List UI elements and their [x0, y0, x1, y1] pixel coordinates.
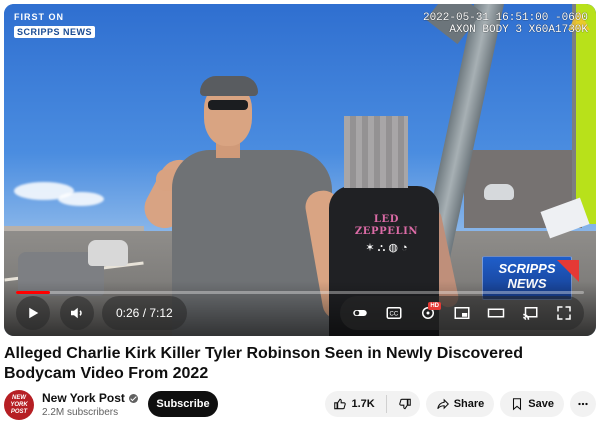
volume-icon	[71, 307, 82, 319]
car	[88, 240, 128, 266]
more-actions-button[interactable]	[570, 391, 596, 417]
channel-avatar[interactable]: NEW YORK POST	[4, 390, 34, 420]
video-actions: 1.7K Share Save	[325, 391, 596, 417]
brand-top-text: FIRST ON	[14, 12, 64, 22]
cloud	[58, 192, 104, 206]
like-count: 1.7K	[351, 398, 375, 410]
settings-button[interactable]: HD	[414, 299, 442, 327]
metadata-device: AXON BODY 3 X60A1730K	[449, 24, 588, 36]
subscriber-count: 2.2M subscribers	[42, 407, 119, 418]
channel-row: NEW YORK POST New York Post 2.2M subscri…	[4, 388, 596, 422]
thumb-down-icon	[398, 398, 411, 410]
fullscreen-button[interactable]	[550, 299, 578, 327]
action-divider	[385, 395, 387, 413]
cast-button[interactable]	[516, 299, 544, 327]
officer-vest	[572, 4, 596, 224]
captions-icon: CC	[386, 307, 402, 319]
share-label: Share	[453, 398, 485, 410]
player-controls: 0:26 / 7:12 CC HD	[4, 296, 596, 330]
share-icon	[436, 398, 449, 410]
blur-overlay	[344, 116, 408, 188]
save-button[interactable]: Save	[500, 391, 564, 417]
metadata-time: 2022-05-31 16:51:00 -0600	[422, 12, 588, 24]
fullscreen-icon	[557, 306, 571, 320]
video-player[interactable]: LED ZEPPELIN ✶ ⛬ ◍ ◔ FIRST ON SCRIPPS NE…	[4, 4, 596, 336]
miniplayer-button[interactable]	[448, 299, 476, 327]
person-glasses	[208, 100, 248, 110]
progress-fill	[16, 291, 51, 294]
theater-button[interactable]	[482, 299, 510, 327]
more-icon	[578, 402, 588, 406]
player-right-controls: CC HD	[340, 296, 584, 330]
svg-text:CC: CC	[390, 311, 399, 317]
video-title: Alleged Charlie Kirk Killer Tyler Robins…	[4, 345, 523, 382]
verified-icon	[128, 394, 138, 403]
progress-bar[interactable]	[16, 291, 584, 294]
cast-icon	[523, 307, 538, 320]
miniplayer-icon	[454, 307, 470, 319]
autoplay-toggle[interactable]	[346, 299, 374, 327]
channel-name[interactable]: New York Post	[42, 391, 138, 405]
theater-icon	[487, 308, 505, 318]
like-button[interactable]: 1.7K	[333, 397, 375, 411]
share-button[interactable]: Share	[425, 391, 495, 417]
like-dislike-pill: 1.7K	[325, 391, 420, 417]
shirt-logo: LED ZEPPELIN	[354, 214, 419, 237]
shirt-symbols: ✶ ⛬ ◍ ◔	[365, 242, 408, 254]
overlay-top: SCRIPPS	[498, 261, 556, 276]
scripps-corner-brand: FIRST ON SCRIPPS NEWS	[14, 12, 114, 48]
autoplay-icon	[353, 310, 367, 316]
bodycam-metadata: 2022-05-31 16:51:00 -0600 AXON BODY 3 X6…	[423, 12, 588, 36]
channel-name-text[interactable]: New York Post	[42, 391, 125, 405]
bookmark-icon	[513, 398, 522, 411]
car	[484, 184, 514, 200]
person-cap	[200, 76, 258, 96]
dislike-button[interactable]	[398, 397, 412, 411]
hd-badge: HD	[428, 302, 441, 310]
brand-bottom-text: SCRIPPS NEWS	[14, 26, 96, 38]
volume-button[interactable]	[60, 296, 94, 330]
time-display: 0:26 / 7:12	[102, 296, 187, 330]
thumb-up-icon	[334, 398, 347, 410]
play-icon	[29, 307, 39, 319]
subscribe-button[interactable]: Subscribe	[148, 391, 218, 417]
save-label: Save	[528, 398, 554, 410]
captions-button[interactable]: CC	[380, 299, 408, 327]
play-button[interactable]	[16, 296, 50, 330]
